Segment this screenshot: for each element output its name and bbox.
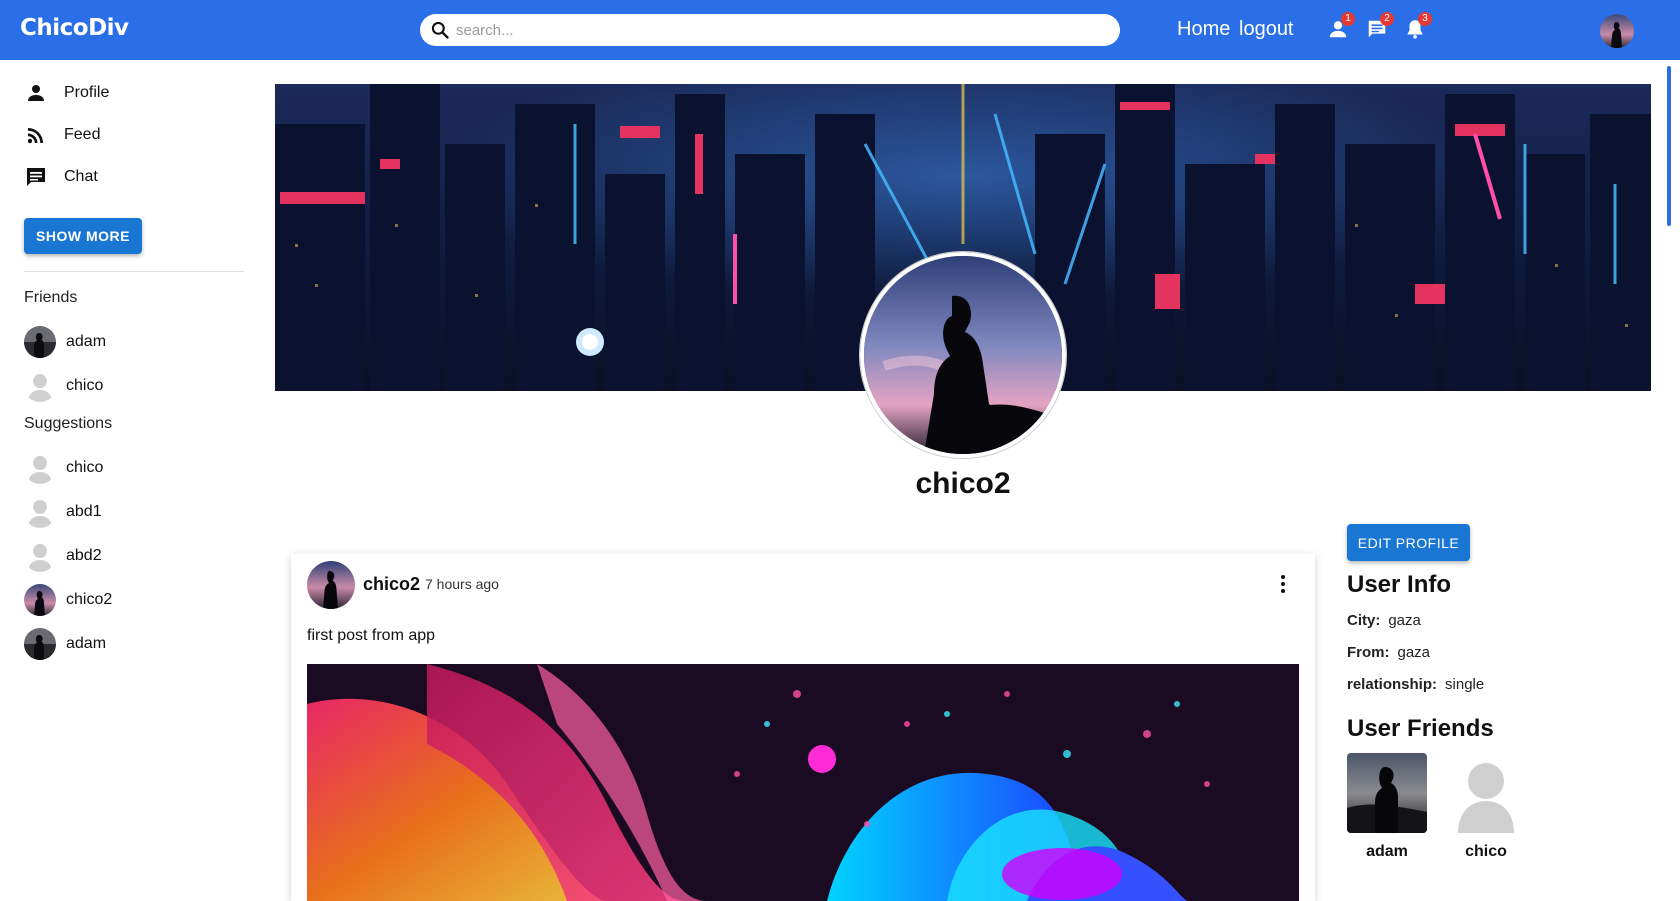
friend-name: chico [1465, 843, 1507, 860]
suggestion-name: abd2 [66, 547, 102, 564]
sidebar-item-label: Feed [64, 126, 101, 143]
user-info-from: From: gaza [1347, 644, 1430, 661]
post-image[interactable] [307, 664, 1299, 901]
suggestion-name: chico2 [66, 591, 113, 608]
suggestion-item[interactable]: chico2 [24, 584, 112, 616]
nav-home-link[interactable]: Home [1177, 18, 1230, 41]
friend-requests-button[interactable]: 1 [1327, 12, 1355, 40]
friends-heading: Friends [24, 289, 78, 306]
info-value: gaza [1388, 612, 1421, 629]
user-info-relationship: relationship: single [1347, 676, 1484, 693]
rss-icon [27, 128, 43, 144]
user-friends-title: User Friends [1347, 715, 1494, 742]
suggestion-name: adam [66, 635, 107, 652]
suggestion-name: abd1 [66, 503, 102, 520]
avatar [24, 628, 56, 660]
suggestions-heading: Suggestions [24, 415, 113, 432]
sidebar-item-label: Profile [64, 84, 110, 101]
brand-logo[interactable]: ChicoDiv [20, 15, 129, 41]
friend-photo [1347, 753, 1427, 833]
sidebar-item-profile[interactable]: Profile [24, 78, 109, 108]
friend-name: adam [1366, 843, 1408, 860]
friend-item[interactable]: chico [24, 370, 103, 402]
show-more-button[interactable]: SHOW MORE [24, 218, 142, 254]
post-author-avatar[interactable] [307, 561, 355, 609]
post-author-name[interactable]: chico2 [363, 574, 420, 595]
user-info-city: City: gaza [1347, 612, 1421, 629]
friend-item[interactable]: adam [24, 326, 106, 358]
post-text: first post from app [307, 627, 436, 644]
post-options-button[interactable] [1271, 572, 1295, 596]
default-avatar-icon [24, 452, 56, 484]
user-friend-card[interactable]: chico [1446, 753, 1526, 861]
profile-username: chico2 [915, 467, 1011, 500]
suggestion-item[interactable]: abd2 [24, 540, 102, 572]
suggestion-item[interactable]: chico [24, 452, 103, 484]
nav-logout-link[interactable]: logout [1239, 18, 1294, 41]
user-info-title: User Info [1347, 571, 1452, 598]
notifications-badge: 3 [1418, 12, 1432, 26]
friend-name: adam [66, 333, 107, 350]
default-avatar-icon [1446, 753, 1526, 833]
info-label: relationship: [1347, 676, 1438, 693]
search-icon [431, 21, 449, 39]
info-value: gaza [1397, 644, 1431, 661]
messages-badge: 2 [1380, 12, 1394, 26]
info-value: single [1445, 676, 1485, 693]
default-avatar-icon [24, 370, 56, 402]
suggestion-item[interactable]: adam [24, 628, 106, 660]
search-input[interactable] [456, 18, 1106, 42]
user-avatar[interactable] [1600, 14, 1634, 48]
default-avatar-icon [24, 540, 56, 572]
page-scrollbar[interactable] [1667, 66, 1671, 226]
post-card: chico2 7 hours ago first post from app [291, 554, 1315, 901]
more-vert-icon [1281, 575, 1285, 593]
avatar [24, 584, 56, 616]
top-bar: ChicoDiv Home logout 1 2 3 [0, 0, 1680, 60]
sidebar-item-feed[interactable]: Feed [24, 120, 100, 150]
sidebar-item-chat[interactable]: Chat [24, 162, 98, 192]
friend-name: chico [66, 377, 104, 394]
divider [24, 271, 244, 272]
user-friend-card[interactable]: adam [1347, 753, 1427, 861]
info-label: From: [1347, 644, 1390, 661]
messages-button[interactable]: 2 [1366, 12, 1394, 40]
avatar [24, 326, 56, 358]
friend-requests-badge: 1 [1341, 12, 1355, 26]
sidebar-item-label: Chat [64, 168, 98, 185]
search-bar[interactable] [420, 14, 1120, 46]
chat-icon [27, 168, 45, 186]
edit-profile-button[interactable]: EDIT PROFILE [1347, 524, 1470, 561]
left-sidebar: Profile Feed Chat SHOW MORE Friends adam… [0, 60, 260, 901]
notifications-button[interactable]: 3 [1404, 12, 1432, 40]
default-avatar-icon [24, 496, 56, 528]
profile-picture[interactable] [860, 252, 1066, 458]
post-timestamp: 7 hours ago [425, 576, 499, 592]
suggestion-name: chico [66, 459, 104, 476]
person-icon [28, 85, 44, 101]
info-label: City: [1347, 612, 1381, 629]
suggestion-item[interactable]: abd1 [24, 496, 102, 528]
